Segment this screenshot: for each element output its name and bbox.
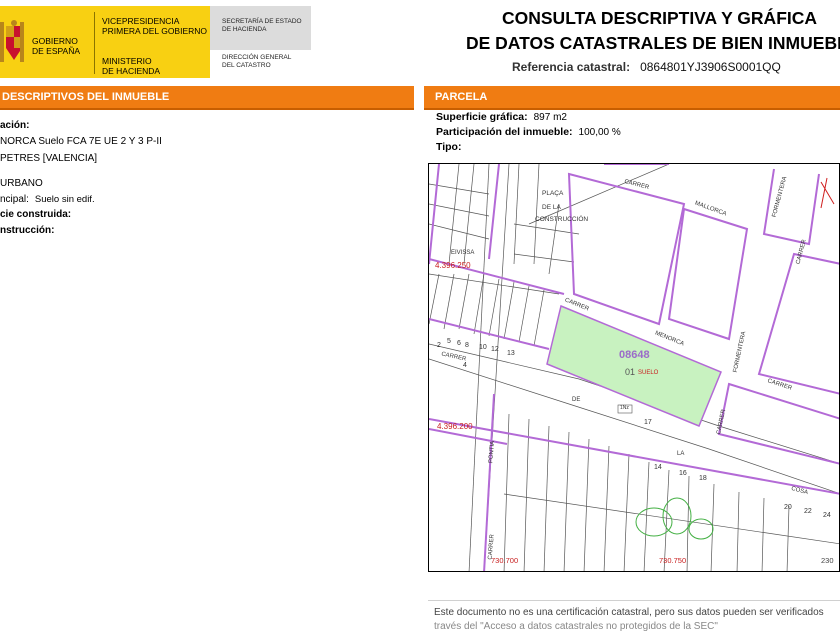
num-8: 8: [465, 342, 469, 349]
num-20: 20: [784, 504, 792, 511]
num-22: 22: [804, 508, 812, 515]
location-label: ación:: [0, 120, 30, 131]
secretaria-label: SECRETARÍA DE ESTADO DE HACIENDA: [222, 18, 302, 33]
parcel-tag: SUELO: [638, 370, 659, 376]
coord-west: 730.700: [491, 556, 519, 565]
ref-label: Referencia catastral:: [512, 60, 631, 74]
construction-year-label: nstrucción:: [0, 225, 55, 236]
plaza-line-1: PLAÇA: [542, 190, 564, 197]
plaza-line-2: DE LA: [542, 204, 561, 211]
footer-line-2: través del "Acceso a datos catastrales n…: [434, 621, 718, 632]
participation-row: Participación del inmueble: 100,00 %: [436, 126, 621, 138]
government-logo: GOBIERNO DE ESPAÑA VICEPRESIDENCIA PRIME…: [0, 6, 311, 78]
surface-value: 897 m2: [533, 112, 567, 123]
title-line-2: DE DATOS CATASTRALES DE BIEN INMUEBLE: [466, 33, 840, 53]
type-label: Tipo:: [436, 141, 462, 153]
coord-east: 730.750: [659, 556, 687, 565]
coord-corner: 230: [821, 556, 834, 565]
cadastral-map[interactable]: 08648 01 SUELO PLAÇA DE LA CONSTRUCCIÓN …: [428, 163, 840, 572]
box-mark: 1Nz: [620, 405, 629, 411]
num-6: 6: [457, 340, 461, 347]
num-16: 16: [679, 470, 687, 477]
surface-label: Superficie gráfica:: [436, 111, 528, 123]
coord-north: 4.396.250: [435, 261, 471, 270]
type-row: Tipo:: [436, 141, 461, 153]
num-14: 14: [654, 464, 662, 471]
surface-row: Superficie gráfica: 897 m2: [436, 111, 567, 123]
street-la: LA: [677, 451, 685, 457]
use-value: Suelo sin edif.: [34, 194, 95, 205]
num-2: 2: [437, 342, 441, 349]
plaza-line-3: CONSTRUCCIÓN: [535, 216, 589, 223]
street-eivissa: EIVISSA: [451, 250, 475, 256]
section-bar-parcela: PARCELA: [424, 86, 840, 110]
logo-divider: [94, 12, 95, 74]
built-area-label: cie construida:: [0, 209, 72, 220]
title-line-1: CONSULTA DESCRIPTIVA Y GRÁFICA: [502, 8, 818, 28]
use-label: ncipal:: [0, 194, 29, 205]
location-line-1: NORCA Suelo FCA 7E UE 2 Y 3 P-II: [0, 136, 162, 147]
num-17: 17: [644, 419, 652, 426]
participation-label: Participación del inmueble:: [436, 126, 573, 138]
num-12: 12: [491, 346, 499, 353]
section-bar-descriptivos: DESCRIPTIVOS DEL INMUEBLE: [0, 86, 414, 110]
num-5: 5: [447, 338, 451, 345]
num-18: 18: [699, 475, 707, 482]
num-24: 24: [823, 512, 831, 519]
ref-value: 0864801YJ3906S0001QQ: [640, 60, 781, 74]
section-title-descriptivos: DESCRIPTIVOS DEL INMUEBLE: [2, 91, 170, 103]
coat-of-arms-icon: [0, 20, 24, 62]
ministerio-label: MINISTERIO DE HACIENDA: [102, 56, 161, 76]
num-13: 13: [507, 350, 515, 357]
parcel-shape: [546, 304, 722, 427]
coord-mid: 4.396.200: [437, 422, 473, 431]
parcel-id: 08648: [619, 349, 650, 361]
participation-value: 100,00 %: [578, 127, 621, 138]
vicepresidencia-label: VICEPRESIDENCIA PRIMERA DEL GOBIERNO: [102, 16, 208, 36]
footer-divider: [428, 600, 840, 601]
num-4: 4: [463, 362, 467, 369]
parcel-sub: 01: [625, 367, 636, 377]
section-title-parcela: PARCELA: [435, 91, 488, 103]
street-de: DE: [572, 397, 581, 403]
class-value: URBANO: [0, 178, 43, 189]
footer-line-1: Este documento no es una certificación c…: [434, 607, 824, 618]
location-line-2: PETRES [VALENCIA]: [0, 153, 98, 164]
gobierno-label: GOBIERNO DE ESPAÑA: [32, 36, 81, 56]
cadastral-reference: Referencia catastral: 0864801YJ3906S0001Q…: [512, 60, 781, 74]
num-10: 10: [479, 344, 487, 351]
direccion-label: DIRECCIÓN GENERAL DEL CATASTRO: [222, 54, 292, 69]
